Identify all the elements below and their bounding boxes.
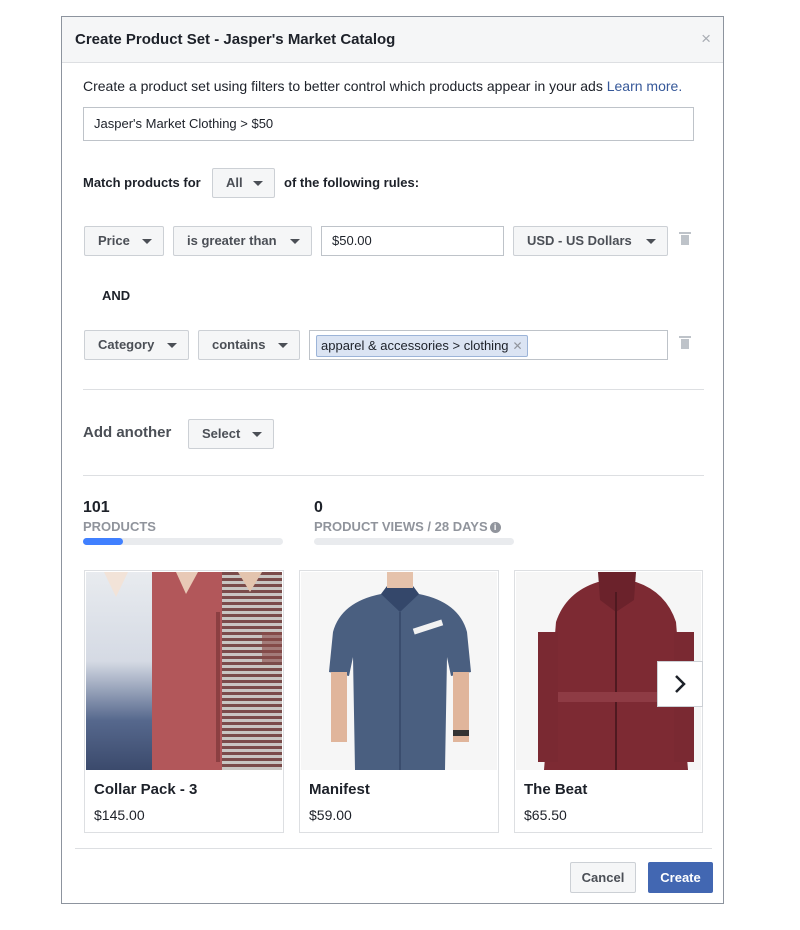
chevron-down-icon (646, 239, 656, 244)
views-label: PRODUCT VIEWS / 28 DAYS (314, 519, 488, 534)
views-label-row: PRODUCT VIEWS / 28 DAYS i (314, 519, 501, 534)
products-count: 101 (83, 499, 110, 516)
rule-1-currency: USD - US Dollars (527, 233, 632, 248)
add-another-label: Add another (83, 424, 172, 441)
create-button[interactable]: Create (648, 862, 713, 893)
chevron-down-icon (290, 239, 300, 244)
products-progress-bar (83, 538, 283, 545)
views-progress-bar (314, 538, 514, 545)
products-label: PRODUCTS (83, 519, 156, 534)
add-another-select-dropdown[interactable]: Select (188, 419, 274, 449)
rule-2-operator-dropdown[interactable]: contains (198, 330, 300, 360)
footer-divider (75, 848, 712, 849)
rule-2-token-input[interactable]: apparel & accessories > clothing ✕ (309, 330, 668, 360)
divider (83, 389, 704, 390)
product-set-name-input[interactable]: Jasper's Market Clothing > $50 (83, 107, 694, 141)
info-icon[interactable]: i (489, 522, 501, 533)
rule-1-operator-dropdown[interactable]: is greater than (173, 226, 312, 256)
chevron-right-icon (675, 675, 686, 693)
carousel-next-button[interactable] (657, 661, 703, 707)
trash-icon[interactable] (679, 232, 691, 245)
product-image (301, 572, 497, 770)
remove-token-icon[interactable]: ✕ (513, 339, 523, 353)
divider (83, 475, 704, 476)
match-suffix-label: of the following rules: (284, 175, 420, 190)
rule-1-operator: is greater than (187, 233, 277, 248)
product-image (86, 572, 282, 770)
dialog-header: Create Product Set - Jasper's Market Cat… (62, 17, 723, 63)
chevron-down-icon (253, 181, 263, 186)
chevron-down-icon (167, 343, 177, 348)
product-name: The Beat (524, 781, 588, 798)
product-price: $145.00 (94, 807, 145, 823)
close-icon[interactable]: × (701, 29, 711, 49)
chevron-down-icon (252, 432, 262, 437)
rule-1-field: Price (98, 233, 130, 248)
category-token-label: apparel & accessories > clothing (321, 338, 509, 353)
learn-more-link[interactable]: Learn more. (607, 78, 682, 94)
match-mode-value: All (226, 175, 243, 190)
rule-2-operator: contains (212, 337, 266, 352)
dialog-title: Create Product Set - Jasper's Market Cat… (75, 31, 396, 48)
create-product-set-dialog: Create Product Set - Jasper's Market Cat… (61, 16, 724, 904)
rule-1-field-dropdown[interactable]: Price (84, 226, 164, 256)
rule-1-value-input[interactable]: $50.00 (321, 226, 504, 256)
rule-conjunction: AND (102, 288, 131, 303)
product-price: $59.00 (309, 807, 352, 823)
cancel-button[interactable]: Cancel (570, 862, 636, 893)
add-another-select-value: Select (202, 426, 241, 441)
rule-2-field-dropdown[interactable]: Category (84, 330, 189, 360)
match-prefix-label: Match products for (83, 175, 201, 190)
intro-description: Create a product set using filters to be… (83, 78, 607, 94)
product-card[interactable]: Manifest $59.00 (299, 570, 499, 833)
chevron-down-icon (142, 239, 152, 244)
trash-icon[interactable] (679, 336, 691, 349)
rule-2-field: Category (98, 337, 155, 352)
rule-1-currency-dropdown[interactable]: USD - US Dollars (513, 226, 668, 256)
products-progress-fill (83, 538, 123, 545)
product-name: Manifest (309, 781, 370, 798)
product-card[interactable]: Collar Pack - 3 $145.00 (84, 570, 284, 833)
category-token[interactable]: apparel & accessories > clothing ✕ (316, 335, 528, 357)
product-name: Collar Pack - 3 (94, 781, 198, 798)
chevron-down-icon (278, 343, 288, 348)
match-mode-dropdown[interactable]: All (212, 168, 275, 198)
product-price: $65.50 (524, 807, 567, 823)
intro-text: Create a product set using filters to be… (83, 78, 682, 94)
views-count: 0 (314, 499, 323, 516)
